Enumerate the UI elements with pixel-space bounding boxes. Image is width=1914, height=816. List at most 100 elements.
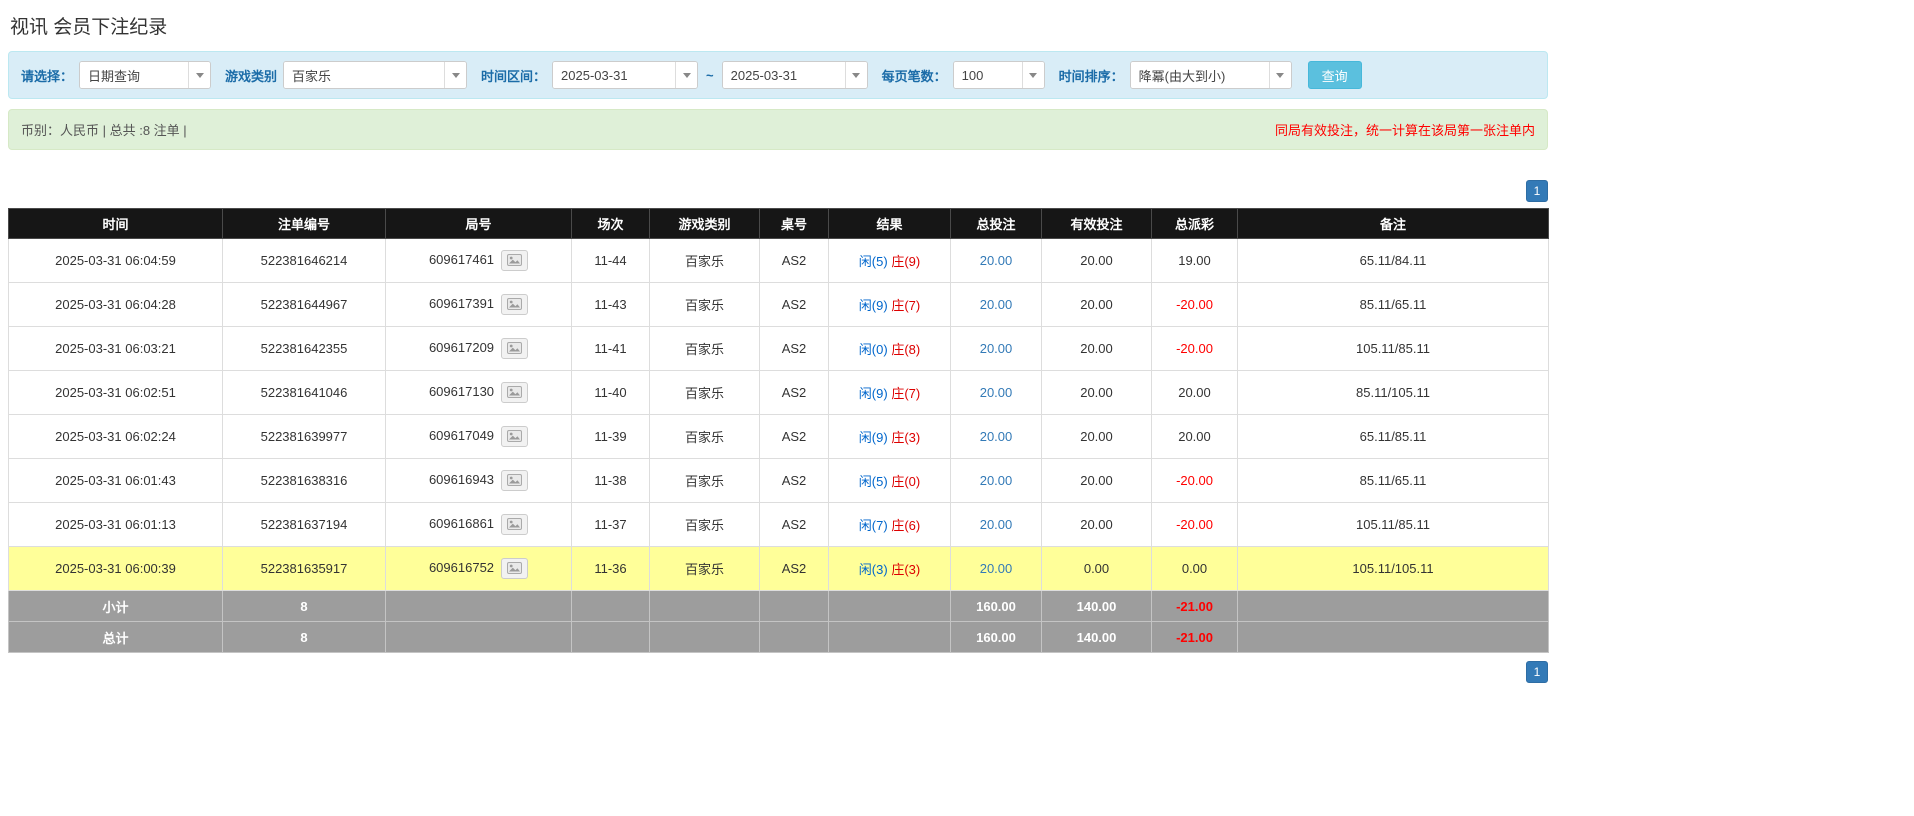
video-replay-icon[interactable]	[501, 382, 528, 403]
cell-payout: 20.00	[1152, 415, 1238, 459]
sort-select[interactable]	[1130, 61, 1292, 89]
table-row: 2025-03-31 06:00:39522381635917609616752…	[9, 547, 1549, 591]
result-banker: 庄(8)	[891, 342, 920, 357]
result-banker: 庄(0)	[891, 474, 920, 489]
total-bet-link[interactable]: 20.00	[980, 429, 1013, 444]
header-table-no: 桌号	[760, 209, 829, 239]
chevron-down-icon[interactable]	[1022, 62, 1044, 88]
footer-empty-note	[1238, 591, 1549, 622]
cell-payout: -20.00	[1152, 283, 1238, 327]
cell-round-id: 609617209	[386, 327, 572, 371]
footer-payout: -21.00	[1152, 622, 1238, 653]
filter-label-game-type: 游戏类别	[225, 66, 277, 85]
video-replay-icon[interactable]	[501, 514, 528, 535]
date-to-select[interactable]	[722, 61, 868, 89]
cell-session: 11-39	[572, 415, 650, 459]
footer-empty-round	[386, 622, 572, 653]
date-range-separator: ~	[706, 68, 714, 83]
date-from-input[interactable]	[553, 62, 675, 88]
date-to-input[interactable]	[723, 62, 845, 88]
cell-table-no: AS2	[760, 371, 829, 415]
footer-payout: -21.00	[1152, 591, 1238, 622]
result-banker: 庄(7)	[891, 298, 920, 313]
chevron-down-icon[interactable]	[444, 62, 466, 88]
cell-total-bet: 20.00	[951, 459, 1042, 503]
video-replay-icon[interactable]	[501, 470, 528, 491]
footer-empty-note	[1238, 622, 1549, 653]
search-button[interactable]: 查询	[1308, 61, 1362, 89]
table-row: 2025-03-31 06:01:13522381637194609616861…	[9, 503, 1549, 547]
cell-valid-bet: 20.00	[1042, 371, 1152, 415]
cell-game-type: 百家乐	[650, 415, 760, 459]
cell-payout: -20.00	[1152, 327, 1238, 371]
total-bet-link[interactable]: 20.00	[980, 253, 1013, 268]
cell-round-id: 609616752	[386, 547, 572, 591]
result-player: 闲(3)	[859, 562, 888, 577]
cell-bet-id: 522381639977	[223, 415, 386, 459]
chevron-down-icon[interactable]	[845, 62, 867, 88]
cell-valid-bet: 20.00	[1042, 415, 1152, 459]
cell-round-id: 609617049	[386, 415, 572, 459]
cell-round-id: 609616861	[386, 503, 572, 547]
per-page-select[interactable]	[953, 61, 1045, 89]
cell-bet-id: 522381641046	[223, 371, 386, 415]
header-game-type: 游戏类别	[650, 209, 760, 239]
footer-total-bet: 160.00	[951, 622, 1042, 653]
header-payout: 总派彩	[1152, 209, 1238, 239]
sort-input[interactable]	[1131, 62, 1269, 88]
total-bet-link[interactable]: 20.00	[980, 561, 1013, 576]
total-bet-link[interactable]: 20.00	[980, 297, 1013, 312]
page-button-1[interactable]: 1	[1526, 661, 1548, 683]
date-from-select[interactable]	[552, 61, 698, 89]
cell-result: 闲(9) 庄(7)	[829, 283, 951, 327]
footer-empty-result	[829, 591, 951, 622]
table-footer-row: 小计8160.00140.00-21.00	[9, 591, 1549, 622]
table-row: 2025-03-31 06:02:24522381639977609617049…	[9, 415, 1549, 459]
footer-empty-round	[386, 591, 572, 622]
video-replay-icon[interactable]	[501, 558, 528, 579]
video-replay-icon[interactable]	[501, 250, 528, 271]
cell-game-type: 百家乐	[650, 283, 760, 327]
cell-table-no: AS2	[760, 283, 829, 327]
table-row: 2025-03-31 06:04:59522381646214609617461…	[9, 239, 1549, 283]
chevron-down-icon[interactable]	[1269, 62, 1291, 88]
filter-label-query-type: 请选择：	[21, 66, 73, 85]
total-bet-link[interactable]: 20.00	[980, 385, 1013, 400]
cell-note: 105.11/85.11	[1238, 503, 1549, 547]
cell-round-id: 609617391	[386, 283, 572, 327]
per-page-input[interactable]	[954, 62, 1022, 88]
game-type-input[interactable]	[284, 62, 444, 88]
cell-table-no: AS2	[760, 459, 829, 503]
cell-bet-id: 522381638316	[223, 459, 386, 503]
result-player: 闲(7)	[859, 518, 888, 533]
chevron-down-icon[interactable]	[675, 62, 697, 88]
total-bet-link[interactable]: 20.00	[980, 517, 1013, 532]
video-replay-icon[interactable]	[501, 426, 528, 447]
cell-note: 105.11/85.11	[1238, 327, 1549, 371]
round-id-text: 609617391	[429, 296, 494, 311]
query-type-select[interactable]	[79, 61, 211, 89]
cell-time: 2025-03-31 06:04:59	[9, 239, 223, 283]
footer-count: 8	[223, 622, 386, 653]
footer-empty-result	[829, 622, 951, 653]
total-bet-link[interactable]: 20.00	[980, 341, 1013, 356]
video-replay-icon[interactable]	[501, 338, 528, 359]
cell-total-bet: 20.00	[951, 415, 1042, 459]
cell-total-bet: 20.00	[951, 327, 1042, 371]
cell-result: 闲(9) 庄(3)	[829, 415, 951, 459]
video-replay-icon[interactable]	[501, 294, 528, 315]
cell-session: 11-44	[572, 239, 650, 283]
info-bar: 币别：人民币 | 总共 :8 注单 | 同局有效投注，统一计算在该局第一张注单内	[8, 109, 1548, 150]
total-bet-link[interactable]: 20.00	[980, 473, 1013, 488]
cell-total-bet: 20.00	[951, 547, 1042, 591]
chevron-down-icon[interactable]	[188, 62, 210, 88]
cell-bet-id: 522381644967	[223, 283, 386, 327]
cell-time: 2025-03-31 06:00:39	[9, 547, 223, 591]
query-type-input[interactable]	[80, 62, 188, 88]
valid-bet-notice-text: 同局有效投注，统一计算在该局第一张注单内	[1275, 120, 1535, 139]
cell-valid-bet: 20.00	[1042, 283, 1152, 327]
header-result: 结果	[829, 209, 951, 239]
game-type-select[interactable]	[283, 61, 467, 89]
cell-valid-bet: 20.00	[1042, 503, 1152, 547]
page-button-1[interactable]: 1	[1526, 180, 1548, 202]
